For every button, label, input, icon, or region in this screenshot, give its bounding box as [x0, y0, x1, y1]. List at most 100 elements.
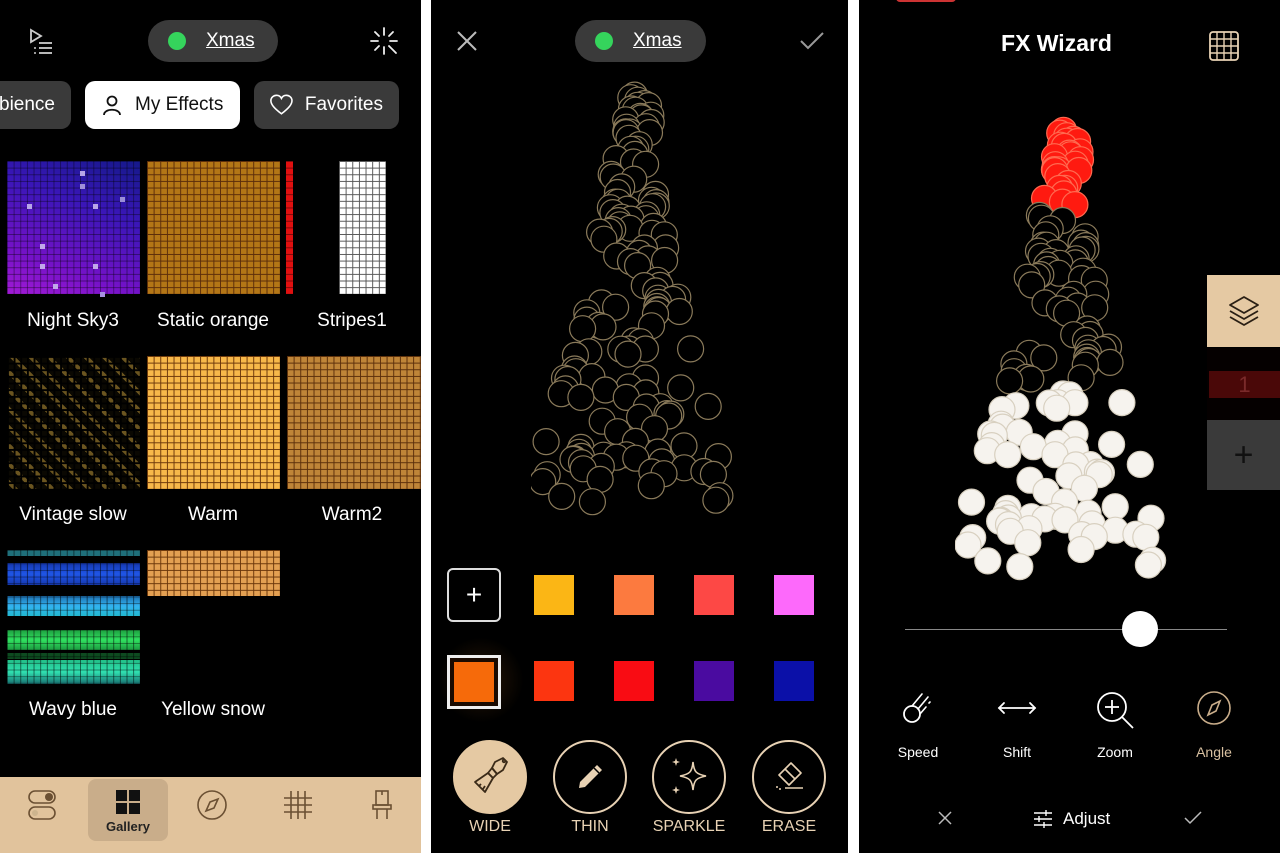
- effect-label: Static orange: [157, 310, 269, 331]
- compass-icon: [197, 790, 227, 820]
- color-swatch[interactable]: [614, 575, 654, 615]
- effect-thumb-night-sky3[interactable]: [7, 161, 140, 297]
- layers-button[interactable]: [1207, 275, 1280, 347]
- led-bulb: [667, 374, 695, 402]
- tab-label: Favorites: [304, 94, 383, 115]
- led-bulb: [1098, 430, 1126, 458]
- shift-control[interactable]: Shift: [977, 690, 1057, 760]
- close-icon: [938, 811, 952, 825]
- led-tree-canvas[interactable]: [531, 75, 751, 525]
- effect-thumb-stripes1[interactable]: [339, 161, 386, 294]
- color-swatch[interactable]: [774, 661, 814, 701]
- grid-view-button[interactable]: [1205, 28, 1243, 64]
- fx-preview-tree: [955, 116, 1167, 581]
- grid-icon: [1209, 31, 1239, 61]
- page-title: FX Wizard: [1001, 30, 1112, 56]
- color-swatch[interactable]: [694, 661, 734, 701]
- led-bulb: [665, 297, 693, 326]
- tool-label: ERASE: [761, 818, 817, 835]
- playlist-button[interactable]: [22, 24, 58, 58]
- plus-icon: +: [1233, 435, 1254, 474]
- confirm-button[interactable]: [1179, 806, 1207, 830]
- status-indicator: [896, 0, 956, 2]
- fx-wizard-panel: FX Wizard 1 + Speed Shift Zoom Angle Adj…: [859, 0, 1280, 853]
- color-swatch[interactable]: [694, 575, 734, 615]
- slider-thumb[interactable]: [1122, 611, 1159, 647]
- close-button[interactable]: [451, 26, 483, 56]
- hashtag-grid-icon: [284, 791, 312, 819]
- nav-explore[interactable]: [172, 779, 252, 841]
- gallery-grid-icon: [116, 790, 140, 814]
- color-swatch[interactable]: [534, 661, 574, 701]
- adjust-button[interactable]: Adjust: [1033, 809, 1110, 829]
- status-dot: [595, 32, 613, 50]
- bottom-navigation: Gallery: [0, 777, 421, 853]
- person-icon: [103, 95, 121, 116]
- selected-color-fill: [454, 662, 494, 702]
- effect-thumb-vintage-slow[interactable]: [7, 356, 140, 489]
- speed-control[interactable]: Speed: [878, 690, 958, 760]
- led-bulb: [1101, 493, 1129, 521]
- speed-icon: [903, 693, 931, 723]
- compass-icon: [1197, 691, 1231, 725]
- led-bulb: [994, 441, 1022, 469]
- playlist-icon: [30, 28, 52, 54]
- eraser-icon: [776, 762, 803, 790]
- nav-layout[interactable]: [258, 779, 338, 841]
- tab-my-effects[interactable]: My Effects: [85, 81, 240, 129]
- led-bulb: [568, 315, 597, 343]
- tab-label: My Effects: [135, 94, 224, 115]
- plus-icon: +: [465, 579, 483, 610]
- effects-button[interactable]: [366, 24, 402, 58]
- nav-gallery[interactable]: Gallery: [88, 779, 168, 841]
- tab-ambience[interactable]: bience: [0, 81, 71, 129]
- tab-favorites[interactable]: Favorites: [254, 81, 399, 129]
- color-swatch[interactable]: [614, 661, 654, 701]
- confirm-button[interactable]: [796, 26, 828, 56]
- add-layer-button[interactable]: +: [1207, 420, 1280, 490]
- tool-wide-button[interactable]: [453, 740, 527, 814]
- effect-thumb-yellow-snow[interactable]: [147, 550, 280, 596]
- effect-thumb-stripe-red: [286, 161, 293, 294]
- add-color-button[interactable]: +: [447, 568, 501, 622]
- control-label: Angle: [1196, 744, 1232, 760]
- cancel-button[interactable]: [931, 806, 959, 830]
- color-swatch[interactable]: [774, 575, 814, 615]
- nav-controls[interactable]: [2, 779, 82, 841]
- device-name: Xmas: [206, 30, 255, 51]
- slider-track[interactable]: [905, 629, 1227, 630]
- tool-label: THIN: [571, 818, 609, 835]
- effects-gallery-panel: Xmas bience My Effects Favorites Night S…: [0, 0, 421, 853]
- layer-number: 1: [1209, 371, 1280, 398]
- device-selector[interactable]: Xmas: [148, 20, 278, 62]
- tool-sparkle-button[interactable]: [652, 740, 726, 814]
- toggles-icon: [28, 790, 56, 820]
- tool-label: WIDE: [469, 818, 511, 835]
- led-bulb: [548, 482, 576, 510]
- led-bulb: [1014, 529, 1042, 557]
- layer-item[interactable]: 1: [1207, 348, 1280, 420]
- effect-thumb-warm2[interactable]: [287, 356, 421, 489]
- layers-icon: [1228, 296, 1259, 326]
- led-bulb: [1132, 523, 1160, 551]
- led-bulb: [957, 488, 986, 516]
- led-bulb: [1108, 389, 1136, 417]
- led-bulb: [567, 383, 595, 411]
- tool-thin-button[interactable]: [553, 740, 627, 814]
- nav-devices[interactable]: [342, 779, 421, 841]
- check-icon: [1184, 811, 1202, 825]
- effect-label: Yellow snow: [161, 699, 265, 720]
- tool-erase-button[interactable]: [752, 740, 826, 814]
- angle-control[interactable]: Angle: [1174, 690, 1254, 760]
- led-bulb: [1006, 553, 1034, 581]
- effect-thumb-static-orange[interactable]: [147, 161, 280, 294]
- color-swatch[interactable]: [534, 575, 574, 615]
- device-selector[interactable]: Xmas: [575, 20, 706, 62]
- status-dot: [168, 32, 186, 50]
- effect-label: Warm: [188, 504, 238, 525]
- effect-thumb-warm[interactable]: [147, 356, 280, 489]
- zoom-control[interactable]: Zoom: [1075, 690, 1155, 760]
- effect-thumb-wavy-blue[interactable]: [7, 550, 140, 684]
- selected-color-swatch[interactable]: [447, 655, 501, 709]
- check-icon: [800, 32, 824, 50]
